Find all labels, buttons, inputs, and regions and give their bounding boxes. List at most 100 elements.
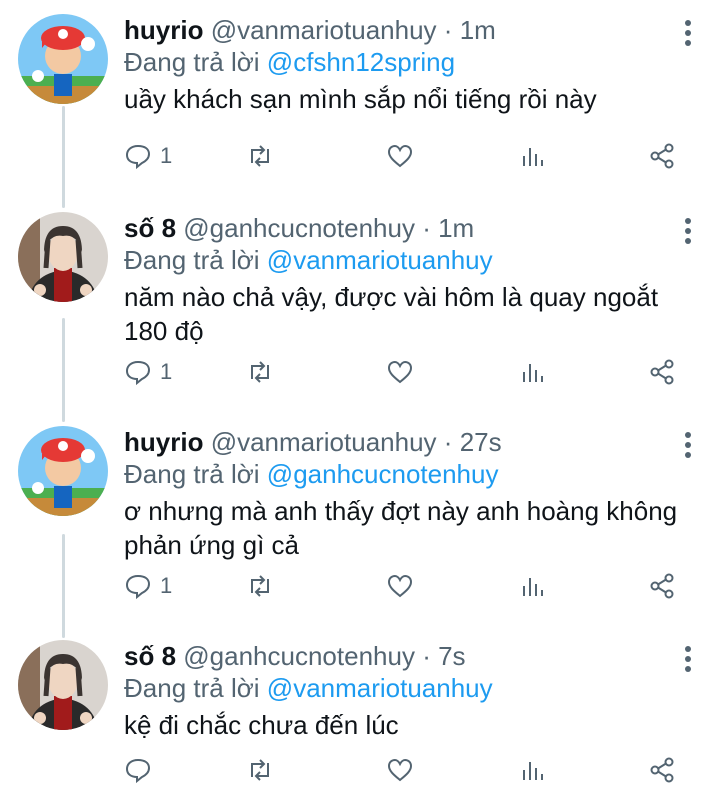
share-button[interactable] (648, 754, 676, 786)
tweet[interactable]: huyrio @vanmariotuanhuy · 27s Đang trả l… (0, 412, 720, 626)
user-handle[interactable]: @vanmariotuanhuy (211, 427, 437, 457)
like-button[interactable] (386, 754, 414, 786)
analytics-button[interactable] (519, 356, 547, 388)
replying-to: Đang trả lời @ganhcucnotenhuy (124, 458, 700, 490)
reply-button[interactable] (124, 754, 160, 786)
share-icon (650, 143, 674, 169)
tweet[interactable]: huyrio @vanmariotuanhuy · 1m Đang trả lờ… (0, 0, 720, 198)
display-name[interactable]: số 8 (124, 641, 176, 671)
retweet-button[interactable] (246, 570, 274, 602)
action-bar (124, 754, 684, 786)
tweet-text: năm nào chả vậy, được vài hôm là quay ng… (124, 282, 659, 346)
more-options-icon[interactable] (682, 432, 694, 462)
analytics-button[interactable] (519, 140, 547, 172)
avatar[interactable] (18, 640, 108, 730)
tweet-text: ơ nhưng mà anh thấy đợt này anh hoàng kh… (124, 496, 678, 560)
heart-icon (387, 144, 413, 168)
like-button[interactable] (386, 570, 414, 602)
timestamp[interactable]: 27s (460, 427, 502, 457)
reply-button[interactable]: 1 (124, 570, 172, 602)
analytics-icon (523, 364, 543, 382)
retweet-button[interactable] (246, 356, 274, 388)
action-bar: 1 (124, 570, 684, 602)
avatar[interactable] (18, 14, 108, 104)
tweet-header: số 8 @ganhcucnotenhuy · 7s (124, 640, 700, 672)
analytics-button[interactable] (519, 754, 547, 786)
reply-thread: huyrio @vanmariotuanhuy · 1m Đang trả lờ… (0, 0, 720, 794)
tweet-text: uầy khách sạn mình sắp nổi tiếng rồi này (124, 84, 597, 114)
tweet-header: huyrio @vanmariotuanhuy · 27s (124, 426, 700, 458)
reply-icon (125, 360, 151, 386)
share-button[interactable] (648, 356, 676, 388)
user-handle[interactable]: @ganhcucnotenhuy (183, 213, 415, 243)
separator-dot: · (443, 15, 453, 45)
reply-count: 1 (160, 143, 173, 168)
analytics-icon (523, 148, 543, 166)
timestamp[interactable]: 1m (438, 213, 474, 243)
tweet-text: kệ đi chắc chưa đến lúc (124, 710, 399, 740)
avatar[interactable] (18, 212, 108, 302)
reply-button[interactable]: 1 (124, 356, 172, 388)
share-button[interactable] (648, 140, 676, 172)
replying-to-label: Đang trả lời (124, 673, 260, 703)
retweet-icon (251, 759, 269, 781)
replying-to-label: Đang trả lời (124, 245, 260, 275)
dark-hair-avatar-image (18, 212, 108, 302)
separator-dot: · (422, 213, 431, 243)
action-bar: 1 (124, 356, 684, 388)
display-name[interactable]: số 8 (124, 213, 176, 243)
reply-icon (125, 574, 151, 600)
replying-to: Đang trả lời @vanmariotuanhuy (124, 244, 700, 276)
retweet-icon (251, 361, 269, 383)
action-bar: 1 (124, 140, 684, 172)
more-options-icon[interactable] (682, 218, 694, 248)
analytics-icon (523, 578, 543, 596)
like-button[interactable] (386, 356, 414, 388)
analytics-icon (523, 762, 543, 780)
display-name[interactable]: huyrio (124, 427, 203, 457)
user-handle[interactable]: @vanmariotuanhuy (211, 15, 437, 45)
tweet[interactable]: số 8 @ganhcucnotenhuy · 7s Đang trả lời … (0, 626, 720, 794)
heart-icon (387, 360, 413, 384)
separator-dot: · (443, 427, 453, 457)
separator-dot: · (422, 641, 431, 671)
user-handle[interactable]: @ganhcucnotenhuy (183, 641, 415, 671)
more-options-icon[interactable] (682, 20, 694, 50)
more-options-icon[interactable] (682, 646, 694, 676)
retweet-icon (251, 575, 269, 597)
replying-to: Đang trả lời @cfshn12spring (124, 46, 700, 78)
tweet-header: huyrio @vanmariotuanhuy · 1m (124, 14, 700, 46)
replying-to: Đang trả lời @vanmariotuanhuy (124, 672, 700, 704)
retweet-button[interactable] (246, 140, 274, 172)
mention-link[interactable]: @vanmariotuanhuy (267, 673, 493, 703)
share-icon (650, 359, 674, 385)
reply-icon (125, 758, 151, 784)
tweet[interactable]: số 8 @ganhcucnotenhuy · 1m Đang trả lời … (0, 198, 720, 412)
replying-to-label: Đang trả lời (124, 47, 260, 77)
dark-hair-avatar-image (18, 640, 108, 730)
analytics-button[interactable] (519, 570, 547, 602)
like-button[interactable] (386, 140, 414, 172)
mention-link[interactable]: @cfshn12spring (267, 47, 455, 77)
share-icon (650, 573, 674, 599)
reply-count: 1 (160, 573, 173, 598)
retweet-icon (251, 145, 269, 167)
share-icon (650, 757, 674, 783)
heart-icon (387, 574, 413, 598)
mention-link[interactable]: @ganhcucnotenhuy (267, 459, 499, 489)
mario-avatar-image (18, 14, 108, 104)
reply-count: 1 (160, 359, 173, 384)
reply-button[interactable]: 1 (124, 140, 172, 172)
timestamp[interactable]: 1m (460, 15, 496, 45)
reply-icon (125, 144, 151, 170)
display-name[interactable]: huyrio (124, 15, 203, 45)
mention-link[interactable]: @vanmariotuanhuy (267, 245, 493, 275)
avatar[interactable] (18, 426, 108, 516)
replying-to-label: Đang trả lời (124, 459, 260, 489)
tweet-header: số 8 @ganhcucnotenhuy · 1m (124, 212, 700, 244)
share-button[interactable] (648, 570, 676, 602)
retweet-button[interactable] (246, 754, 274, 786)
mario-avatar-image (18, 426, 108, 516)
timestamp[interactable]: 7s (438, 641, 465, 671)
heart-icon (387, 758, 413, 782)
